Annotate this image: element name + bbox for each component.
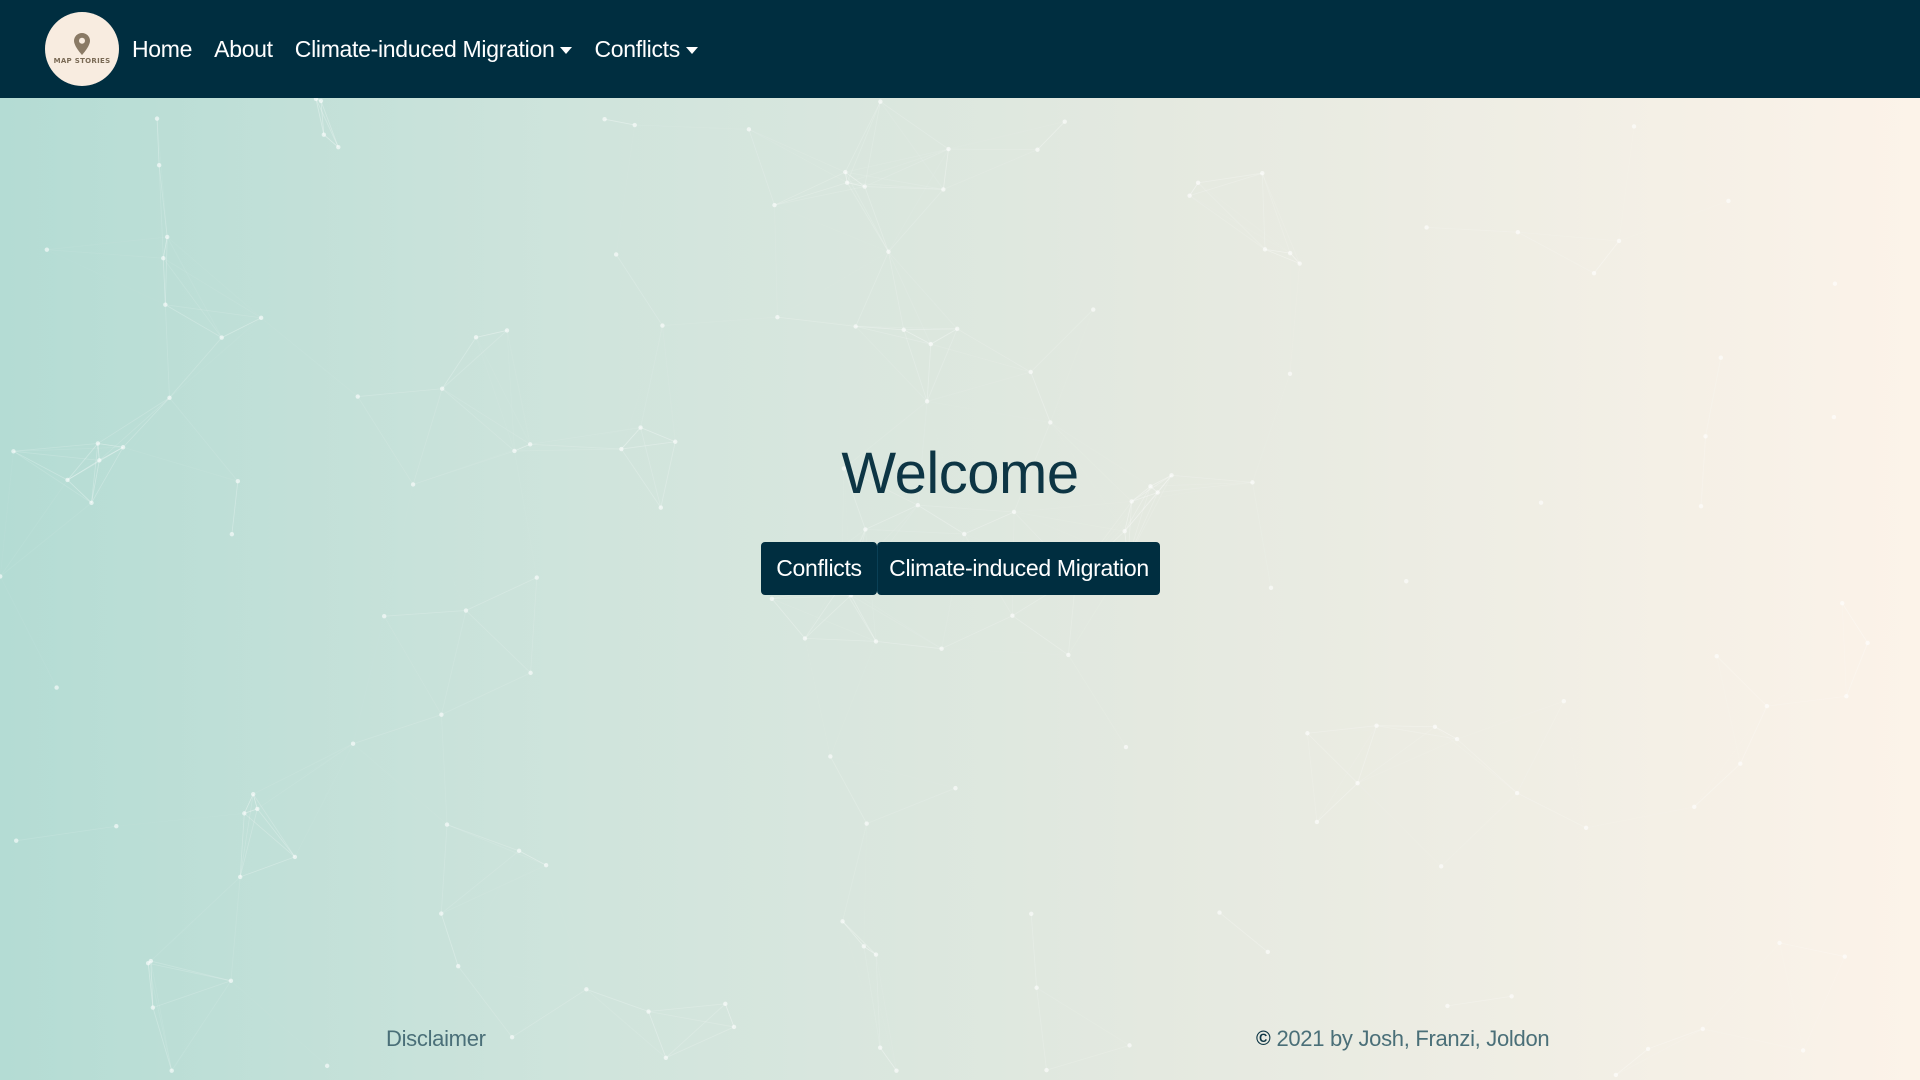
- nav-migration-label: Climate-induced Migration: [294, 35, 555, 62]
- hero-button-group: Conflicts Climate-induced Migration: [761, 542, 1160, 595]
- conflicts-button[interactable]: Conflicts: [761, 542, 877, 595]
- site-logo[interactable]: MAP STORIES: [45, 12, 119, 86]
- logo-text: MAP STORIES: [53, 57, 111, 65]
- copyright-text: 2021 by Josh, Franzi, Joldon: [1276, 1026, 1550, 1051]
- nav-about[interactable]: About: [214, 36, 273, 63]
- disclaimer-link[interactable]: Disclaimer: [386, 1026, 486, 1052]
- caret-down-icon: [685, 46, 698, 54]
- climate-migration-button[interactable]: Climate-induced Migration: [877, 542, 1160, 595]
- page-title: Welcome: [841, 441, 1079, 506]
- copyright-notice: © 2021 by Josh, Franzi, Joldon: [1256, 1026, 1550, 1052]
- caret-down-icon: [560, 46, 573, 54]
- map-pin-icon: [74, 33, 90, 55]
- hero-section: Welcome: [0, 440, 1920, 507]
- nav-conflicts-dropdown[interactable]: Conflicts: [594, 36, 698, 63]
- nav-conflicts-label: Conflicts: [594, 35, 680, 62]
- copyright-icon: ©: [1256, 1027, 1271, 1050]
- nav-migration-dropdown[interactable]: Climate-induced Migration: [295, 36, 573, 63]
- nav-home-label: Home: [132, 35, 193, 62]
- nav-about-label: About: [214, 35, 273, 62]
- nav-home[interactable]: Home: [132, 36, 192, 63]
- navbar: MAP STORIES Home About Climate-induced M…: [0, 0, 1920, 98]
